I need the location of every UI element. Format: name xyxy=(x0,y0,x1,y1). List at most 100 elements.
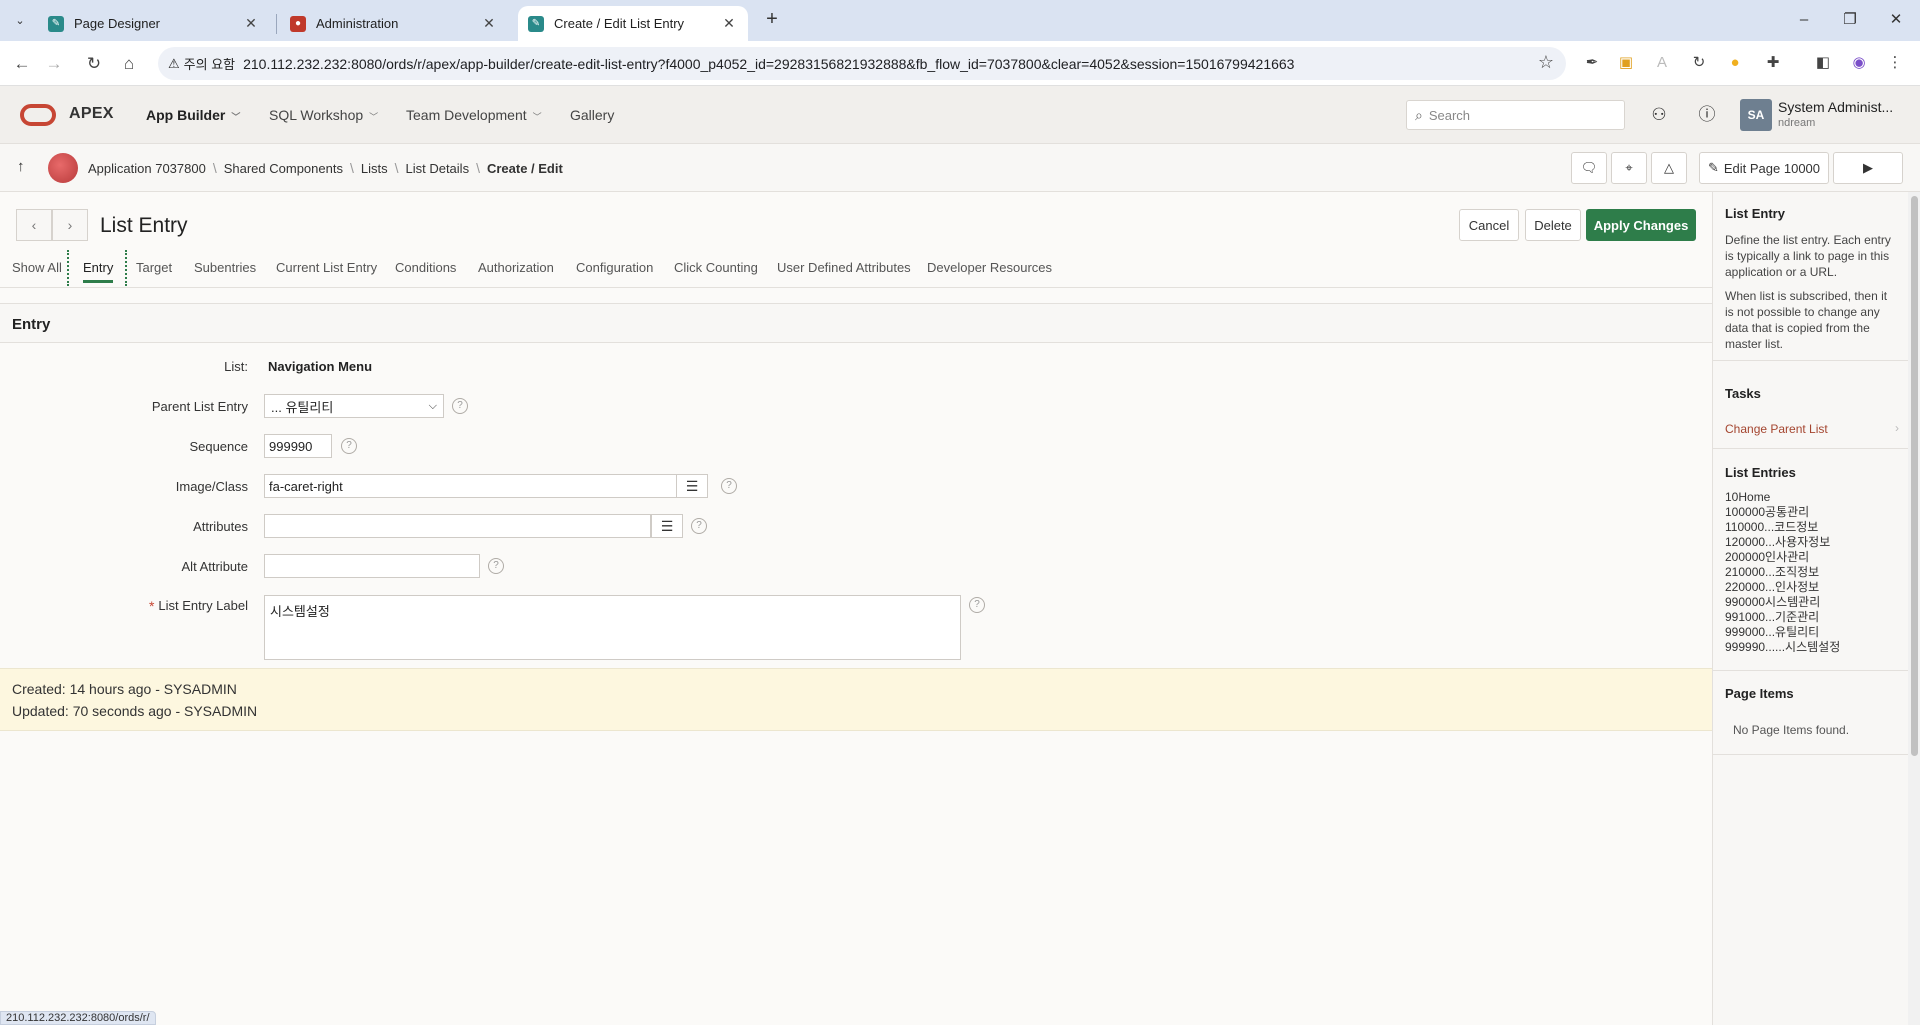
comment-button[interactable]: 🗨 xyxy=(1571,152,1607,184)
tab-show-all[interactable]: Show All xyxy=(12,260,62,275)
note-extension-icon[interactable]: ▣ xyxy=(1615,52,1637,74)
restore-icon[interactable]: ❐ xyxy=(1830,8,1870,32)
list-entry-label-textarea[interactable]: 시스템설정 xyxy=(264,595,961,660)
tab-authorization[interactable]: Authorization xyxy=(478,260,554,275)
tab-user-defined-attributes[interactable]: User Defined Attributes xyxy=(777,260,911,275)
up-arrow-icon[interactable]: ↑ xyxy=(17,158,25,175)
alt-attribute-input[interactable] xyxy=(264,554,480,578)
menu-team-development[interactable]: Team Development ﹀ xyxy=(406,107,542,123)
attributes-picker-button[interactable]: ☰ xyxy=(651,514,683,538)
list-entry-item[interactable]: 110000...코드정보 xyxy=(1725,520,1840,535)
tab-target[interactable]: Target xyxy=(136,260,172,275)
menu-sql-workshop[interactable]: SQL Workshop ﹀ xyxy=(269,107,378,123)
delete-button[interactable]: Delete xyxy=(1525,209,1581,241)
list-entry-item[interactable]: 991000...기준관리 xyxy=(1725,610,1840,625)
shared-components-button[interactable]: △ xyxy=(1651,152,1687,184)
tab-list-chevron-icon[interactable]: ⌄ xyxy=(8,8,32,32)
image-class-input[interactable]: fa-caret-right xyxy=(264,474,677,498)
tab-click-counting[interactable]: Click Counting xyxy=(674,260,758,275)
page-scrollbar[interactable] xyxy=(1908,192,1920,1025)
attributes-input[interactable] xyxy=(264,514,651,538)
help-icon[interactable]: ⓘ xyxy=(1694,102,1720,128)
browser-menu-icon[interactable]: ⋮ xyxy=(1884,52,1906,74)
search-placeholder: Search xyxy=(1428,107,1471,123)
close-icon[interactable]: ✕ xyxy=(480,15,498,32)
back-arrow-icon[interactable]: ← xyxy=(8,50,36,78)
tab-entry[interactable]: Entry xyxy=(83,260,114,283)
help-icon[interactable]: ? xyxy=(691,518,707,534)
change-parent-list-link[interactable]: Change Parent List xyxy=(1725,422,1828,436)
list-entry-item[interactable]: 220000...인사정보 xyxy=(1725,580,1840,595)
list-entry-item[interactable]: 999000...유틸리티 xyxy=(1725,625,1840,640)
help-icon[interactable]: ? xyxy=(341,438,357,454)
window-close-icon[interactable]: ✕ xyxy=(1876,8,1916,32)
next-button[interactable]: › xyxy=(52,209,88,241)
new-tab-plus-icon[interactable]: + xyxy=(760,8,784,32)
menu-gallery[interactable]: Gallery xyxy=(570,107,614,123)
close-icon[interactable]: ✕ xyxy=(242,15,260,32)
cancel-button[interactable]: Cancel xyxy=(1459,209,1519,241)
tag-button[interactable]: ⌖ xyxy=(1611,152,1647,184)
profile-icon[interactable]: ◉ xyxy=(1848,52,1870,74)
tab-developer-resources[interactable]: Developer Resources xyxy=(927,260,1052,275)
run-page-button[interactable]: ▶ xyxy=(1833,152,1903,184)
scrollbar-thumb[interactable] xyxy=(1911,196,1918,756)
bookmark-star-icon[interactable]: ☆ xyxy=(1538,52,1554,73)
side-panel-icon[interactable]: ◧ xyxy=(1812,52,1834,74)
reload-icon[interactable]: ↻ xyxy=(80,50,108,78)
a-extension-icon[interactable]: A xyxy=(1651,52,1673,74)
close-icon[interactable]: ✕ xyxy=(720,15,738,32)
oracle-logo-icon[interactable] xyxy=(20,104,56,126)
pen-extension-icon[interactable]: ✒ xyxy=(1581,52,1603,74)
breadcrumb-shared-components[interactable]: Shared Components xyxy=(224,161,343,176)
required-asterisk: * xyxy=(148,598,155,614)
edit-page-button[interactable]: ✎ Edit Page 10000 xyxy=(1699,152,1829,184)
home-icon[interactable]: ⌂ xyxy=(115,50,143,78)
list-entry-label-text: List Entry Label xyxy=(158,598,248,613)
breadcrumb-application[interactable]: Application 7037800 xyxy=(88,161,206,176)
security-warning[interactable]: ⚠ 주의 요함 xyxy=(168,54,243,73)
admin-user-icon[interactable]: ⚇ xyxy=(1646,102,1672,128)
apply-changes-button[interactable]: Apply Changes xyxy=(1586,209,1696,241)
url-text[interactable]: 210.112.232.232:8080/ords/r/apex/app-bui… xyxy=(243,56,1294,72)
parent-list-entry-label: Parent List Entry xyxy=(151,399,248,414)
user-name[interactable]: System Administ... xyxy=(1778,99,1893,115)
browser-tab-page-designer[interactable]: ✎ Page Designer ✕ xyxy=(38,6,270,41)
extensions-puzzle-icon[interactable]: ✚ xyxy=(1762,52,1784,74)
list-entry-item[interactable]: 210000...조직정보 xyxy=(1725,565,1840,580)
tab-current-list-entry[interactable]: Current List Entry xyxy=(276,260,377,275)
browser-tab-administration[interactable]: ● Administration ✕ xyxy=(280,6,508,41)
sequence-input[interactable]: 999990 xyxy=(264,434,332,458)
search-input[interactable]: ⌕ Search xyxy=(1406,100,1625,130)
list-entry-item[interactable]: 120000...사용자정보 xyxy=(1725,535,1840,550)
avatar[interactable]: SA xyxy=(1740,99,1772,131)
address-bar[interactable]: ⚠ 주의 요함 210.112.232.232:8080/ords/r/apex/… xyxy=(158,47,1566,80)
apex-logo-text[interactable]: APEX xyxy=(69,105,114,123)
menu-app-builder[interactable]: App Builder ﹀ xyxy=(146,107,240,123)
minimize-icon[interactable]: – xyxy=(1784,8,1824,32)
help-icon[interactable]: ? xyxy=(969,597,985,613)
browser-tabstrip: ⌄ ✎ Page Designer ✕ ● Administration ✕ ✎… xyxy=(0,0,1920,41)
forward-arrow-icon[interactable]: → xyxy=(40,50,68,78)
edit-page-label: Edit Page 10000 xyxy=(1723,160,1821,176)
list-entry-item[interactable]: 10Home xyxy=(1725,490,1840,505)
coin-extension-icon[interactable]: ● xyxy=(1724,52,1746,74)
list-entry-item[interactable]: 100000공통관리 xyxy=(1725,505,1840,520)
previous-button[interactable]: ‹ xyxy=(16,209,52,241)
browser-tab-create-edit[interactable]: ✎ Create / Edit List Entry ✕ xyxy=(518,6,748,41)
breadcrumb-list-details[interactable]: List Details xyxy=(405,161,469,176)
help-icon[interactable]: ? xyxy=(721,478,737,494)
help-icon[interactable]: ? xyxy=(452,398,468,414)
help-icon[interactable]: ? xyxy=(488,558,504,574)
refresh-extension-icon[interactable]: ↻ xyxy=(1688,52,1710,74)
tab-subentries[interactable]: Subentries xyxy=(194,260,256,275)
tab-conditions[interactable]: Conditions xyxy=(395,260,456,275)
breadcrumb-lists[interactable]: Lists xyxy=(361,161,388,176)
chevron-down-icon: ⌵ xyxy=(428,399,437,412)
list-entry-item[interactable]: 999990......시스템설정 xyxy=(1725,640,1840,655)
parent-list-entry-select[interactable]: ... 유틸리티 ⌵ xyxy=(264,394,444,418)
list-entry-item[interactable]: 200000인사관리 xyxy=(1725,550,1840,565)
tab-configuration[interactable]: Configuration xyxy=(576,260,653,275)
image-class-picker-button[interactable]: ☰ xyxy=(676,474,708,498)
list-entry-item[interactable]: 990000시스템관리 xyxy=(1725,595,1840,610)
